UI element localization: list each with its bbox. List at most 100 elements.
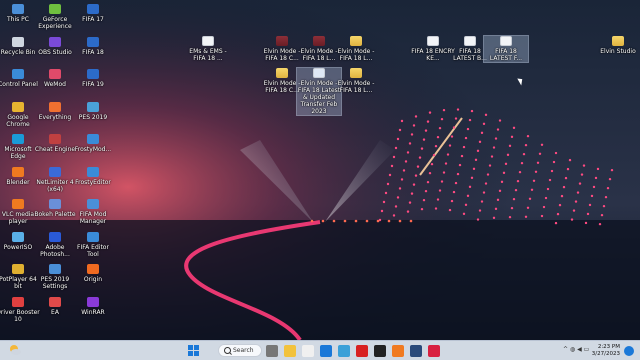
- wallpaper-dot: [428, 111, 432, 114]
- pes2019-desktop-icon[interactable]: PES 2019: [71, 101, 115, 121]
- wallpaper-dot: [438, 126, 442, 130]
- wallpaper-dot: [406, 151, 410, 154]
- file-explorer-icon[interactable]: [266, 345, 278, 357]
- frostymod-desktop-icon[interactable]: FrostyMod...: [71, 134, 115, 153]
- icon-label: Cheat Engine: [34, 146, 76, 153]
- wallpaper-dot: [410, 192, 414, 195]
- clock-time[interactable]: 2:23 PM: [580, 344, 620, 350]
- fifamod-desktop-icon[interactable]: FIFA Mod Manager: [71, 199, 115, 225]
- store-icon[interactable]: [284, 345, 296, 357]
- photos-icon[interactable]: [320, 345, 332, 357]
- wallpaper-dot: [450, 135, 454, 138]
- wallpaper-dot: [420, 147, 424, 150]
- wallpaper-dot: [434, 144, 438, 148]
- wallpaper-dot: [608, 177, 612, 181]
- wallpaper-dot: [548, 178, 552, 182]
- ems-file-icon[interactable]: EMs & EMS - FIFA 18 ...: [186, 36, 230, 62]
- chrome-icon: [12, 101, 24, 112]
- notification-icon[interactable]: [624, 346, 634, 356]
- wallpaper-dot: [494, 137, 498, 140]
- wallpaper-dot: [602, 204, 606, 208]
- wallpaper-dot: [492, 216, 496, 220]
- wallpaper-dot: [482, 191, 486, 194]
- wallpaper-dot: [504, 162, 508, 166]
- wallpaper-dot: [400, 178, 404, 181]
- icon-label: WeMod: [44, 81, 66, 88]
- wallpaper-dot: [474, 158, 478, 162]
- fifa18-desktop-icon[interactable]: FIFA 18: [71, 36, 115, 56]
- wallpaper-dot: [460, 154, 464, 158]
- fifa17-icon: [87, 4, 99, 14]
- icon-label: Elvin Studio: [600, 48, 636, 55]
- fifa19-desktop-icon[interactable]: FIFA 19: [71, 69, 115, 88]
- wallpaper-dot: [478, 140, 482, 144]
- malwarebytes-icon[interactable]: [356, 345, 368, 357]
- wemod-icon: [49, 69, 61, 79]
- origin-desktop-icon[interactable]: Origin: [71, 264, 115, 283]
- wallpaper-dot: [510, 135, 514, 139]
- obs-icon: [49, 36, 61, 47]
- wallpaper-dot: [470, 109, 474, 113]
- edge-icon[interactable]: [302, 345, 314, 357]
- fifa17-desktop-icon[interactable]: FIFA 17: [71, 4, 115, 23]
- icon-label: Microsoft Edge: [4, 146, 32, 160]
- wallpaper-baseline-dot: [365, 219, 369, 223]
- elvin-mode-3-icon[interactable]: Elvin Mode - FIFA 18 L...: [334, 36, 378, 62]
- wallpaper-dot: [592, 185, 596, 189]
- settings-icon[interactable]: [428, 345, 440, 357]
- media-player-icon[interactable]: [338, 345, 350, 357]
- wallpaper-dot: [512, 197, 516, 201]
- wallpaper-dot: [488, 164, 492, 167]
- icon-label: Bokeh Palette: [34, 211, 76, 218]
- wallpaper-dot: [564, 176, 568, 180]
- fifaeditor-desktop-icon[interactable]: FIFA Editor Tool: [71, 231, 115, 258]
- wallpaper-dot: [486, 173, 490, 176]
- steam-icon[interactable]: [392, 345, 404, 357]
- wallpaper-dot: [420, 207, 424, 211]
- elvin-mode-6-icon[interactable]: Elvin Mode - FIFA 18 L...: [334, 68, 378, 94]
- wallpaper-dot: [388, 173, 392, 177]
- wallpaper-baseline-dot: [343, 219, 347, 223]
- fifa18-latest-2-icon[interactable]: FIFA 18 LATEST F...: [483, 35, 529, 63]
- wallpaper-dot: [586, 212, 590, 216]
- start-button[interactable]: [188, 345, 200, 357]
- icon-label: PotPlayer 64 bit: [0, 276, 37, 290]
- archive-icon: [313, 36, 325, 46]
- wallpaper-dot: [446, 153, 450, 156]
- wallpaper-dot: [518, 170, 522, 174]
- wallpaper-dot: [568, 158, 572, 162]
- wallpaper-dot: [394, 205, 398, 208]
- wallpaper-dot: [390, 164, 394, 168]
- wallpaper-dot: [466, 194, 470, 198]
- wallpaper-dot: [546, 187, 550, 191]
- wallpaper-dot: [384, 191, 388, 195]
- wallpaper-dot: [606, 186, 610, 190]
- wps-icon[interactable]: [374, 345, 386, 357]
- wallpaper-baseline-dot: [354, 219, 358, 223]
- elvin-studio-icon[interactable]: Elvin Studio: [596, 36, 640, 55]
- winrar-desktop-icon[interactable]: WinRAR: [71, 296, 115, 316]
- fifaeditor-icon: [87, 231, 99, 242]
- wallpaper-dot: [496, 128, 500, 131]
- fifamod-icon: [87, 199, 99, 209]
- icon-label: WinRAR: [81, 308, 105, 316]
- weather-icon[interactable]: [8, 343, 22, 357]
- wallpaper-dot: [472, 167, 476, 171]
- wallpaper-dot: [450, 199, 454, 203]
- wallpaper-dot: [382, 200, 386, 204]
- wallpaper-dot: [454, 181, 458, 185]
- wallpaper-dot: [480, 200, 484, 203]
- wallpaper-dot: [554, 151, 558, 155]
- document-icon: [313, 68, 325, 78]
- wallpaper-dot: [448, 144, 452, 147]
- wallpaper-dot: [468, 185, 472, 189]
- wallpaper-dot: [440, 180, 444, 183]
- clock-date[interactable]: 3/27/2023: [580, 351, 620, 357]
- wallpaper-dot: [416, 165, 420, 168]
- frostyeditor-desktop-icon[interactable]: FrostyEditor: [71, 166, 115, 186]
- cheat-icon: [49, 134, 61, 144]
- taskbar-search[interactable]: Search: [218, 344, 262, 357]
- icon-label: EA: [51, 308, 59, 316]
- wallpaper-dot: [458, 163, 462, 167]
- opera-icon[interactable]: [410, 345, 422, 357]
